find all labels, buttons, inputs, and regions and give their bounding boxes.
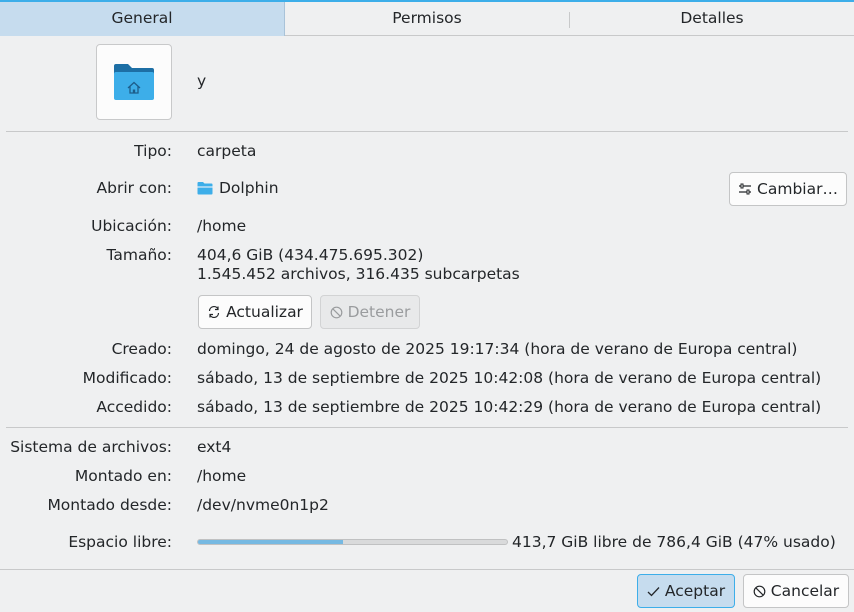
disk-usage-bar <box>197 539 508 545</box>
cambiar-label: Cambiar… <box>757 180 838 198</box>
accedido-value: sábado, 13 de septiembre de 2025 10:42:2… <box>197 398 822 416</box>
tab-permisos-label: Permisos <box>392 9 462 27</box>
ubicacion-label: Ubicación: <box>91 217 172 235</box>
creado-label: Creado: <box>111 340 172 358</box>
tamano-counts: 1.545.452 archivos, 316.435 subcarpetas <box>197 265 520 283</box>
abrir-con-app: Dolphin <box>219 179 279 197</box>
footer-divider <box>0 569 854 570</box>
modificado-label: Modificado: <box>82 369 172 387</box>
tamano-value: 404,6 GiB (434.475.695.302) <box>197 246 424 264</box>
folder-icon-button[interactable] <box>96 44 172 120</box>
montado-desde-label: Montado desde: <box>47 496 172 514</box>
montado-desde-value: /dev/nvme0n1p2 <box>197 496 329 514</box>
abrir-con-label: Abrir con: <box>96 179 172 197</box>
tab-general[interactable]: General <box>0 2 285 36</box>
divider <box>6 131 848 132</box>
tab-permisos[interactable]: Permisos <box>285 2 569 36</box>
refresh-icon <box>208 305 220 319</box>
tab-detalles[interactable]: Detalles <box>570 2 854 36</box>
modificado-value: sábado, 13 de septiembre de 2025 10:42:0… <box>197 369 822 387</box>
tab-bar: General Permisos Detalles <box>0 0 854 36</box>
ubicacion-value[interactable]: /home <box>197 217 246 235</box>
actualizar-label: Actualizar <box>226 303 303 321</box>
espacio-label: Espacio libre: <box>68 533 172 551</box>
tipo-value: carpeta <box>197 142 257 160</box>
cancel-icon <box>753 585 766 597</box>
tipo-label: Tipo: <box>134 142 172 160</box>
montado-en-value: /home <box>197 467 247 485</box>
cancel-label: Cancelar <box>770 582 840 600</box>
actualizar-button[interactable]: Actualizar <box>198 295 312 329</box>
cambiar-button[interactable]: Cambiar… <box>729 172 847 206</box>
detener-label: Detener <box>347 303 411 321</box>
disk-usage-fill <box>198 540 344 544</box>
detener-button[interactable]: Detener <box>320 295 420 329</box>
stop-icon <box>330 306 342 318</box>
configure-icon <box>739 183 752 195</box>
folder-home-icon <box>114 64 154 100</box>
cancel-button[interactable]: Cancelar <box>743 574 849 608</box>
fs-value: ext4 <box>197 438 232 456</box>
tamano-label: Tamaño: <box>106 246 172 264</box>
dolphin-icon <box>197 182 213 195</box>
montado-en-label: Montado en: <box>74 467 172 485</box>
abrir-con-value: Dolphin <box>197 179 279 197</box>
tab-general-label: General <box>111 9 173 27</box>
fs-label: Sistema de archivos: <box>10 438 172 456</box>
divider <box>6 427 848 428</box>
checkmark-icon <box>647 586 660 596</box>
espacio-value: 413,7 GiB libre de 786,4 GiB (47% usado) <box>512 533 836 551</box>
accept-button[interactable]: Aceptar <box>637 574 735 608</box>
tab-detalles-label: Detalles <box>680 9 744 27</box>
accedido-label: Accedido: <box>96 398 172 416</box>
accept-label: Aceptar <box>664 582 726 600</box>
file-name[interactable]: y <box>197 72 206 90</box>
creado-value: domingo, 24 de agosto de 2025 19:17:34 (… <box>197 340 798 358</box>
